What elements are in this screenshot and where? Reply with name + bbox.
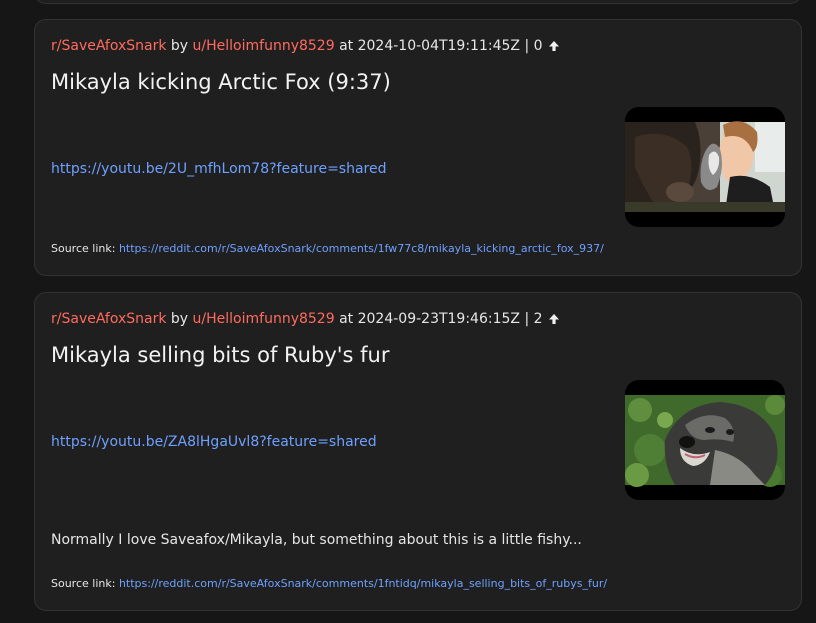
video-thumbnail-fox-face-icon [625,380,785,500]
at-text: at [339,311,354,327]
author-link[interactable]: u/Helloimfunny8529 [193,38,335,54]
source-line: Source link: https://reddit.com/r/SaveAf… [51,242,604,255]
post-link[interactable]: https://youtu.be/ZA8lHgaUvl8?feature=sha… [51,434,377,450]
upvote-arrow-icon [548,40,560,52]
post-score: 2 [533,311,543,327]
at-text: at [339,38,354,54]
source-link[interactable]: https://reddit.com/r/SaveAfoxSnark/comme… [119,577,607,590]
source-label: Source link: [51,577,116,590]
by-text: by [170,38,189,54]
subreddit-link[interactable]: r/SaveAfoxSnark [51,311,166,327]
post-timestamp: 2024-09-23T19:46:15Z [357,311,520,327]
post-card: r/SaveAfoxSnark by u/Helloimfunny8529 at… [34,292,802,611]
post-feed: r/SaveAfoxSnark by u/Helloimfunny8529 at… [0,0,816,623]
author-link[interactable]: u/Helloimfunny8529 [193,311,335,327]
post-body: Normally I love Saveafox/Mikayla, but so… [51,532,582,548]
post-card: r/SaveAfoxSnark by u/Helloimfunny8529 at… [34,19,802,276]
source-line: Source link: https://reddit.com/r/SaveAf… [51,577,607,590]
post-timestamp: 2024-10-04T19:11:45Z [357,38,520,54]
by-text: by [170,311,189,327]
post-title: Mikayla kicking Arctic Fox (9:37) [51,70,391,94]
previous-post-card [34,0,802,4]
post-link[interactable]: https://youtu.be/2U_mfhLom78?feature=sha… [51,161,387,177]
video-thumbnail-horse-fox-woman-icon [625,107,785,227]
source-link[interactable]: https://reddit.com/r/SaveAfoxSnark/comme… [119,242,604,255]
post-title: Mikayla selling bits of Ruby's fur [51,343,390,367]
subreddit-link[interactable]: r/SaveAfoxSnark [51,38,166,54]
post-meta: r/SaveAfoxSnark by u/Helloimfunny8529 at… [51,38,560,54]
video-thumbnail[interactable] [625,107,785,227]
upvote-arrow-icon [548,313,560,325]
source-label: Source link: [51,242,116,255]
post-meta: r/SaveAfoxSnark by u/Helloimfunny8529 at… [51,311,560,327]
video-thumbnail[interactable] [625,380,785,500]
post-score: 0 [533,38,543,54]
